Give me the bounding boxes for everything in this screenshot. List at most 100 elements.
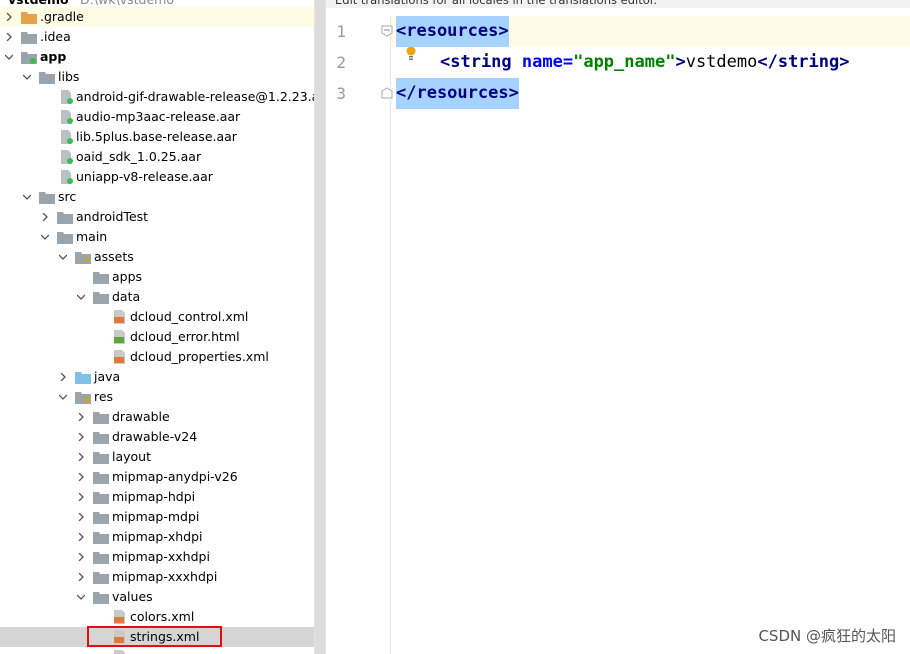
tree-item-main[interactable]: main [0, 227, 314, 247]
tree-item-androidtest[interactable]: androidTest [0, 207, 314, 227]
folder-icon [57, 232, 73, 244]
chevron-down-icon[interactable] [22, 67, 34, 87]
tree-item-src[interactable]: src [0, 187, 314, 207]
chevron-down-icon[interactable] [58, 247, 70, 267]
xml-file-icon [114, 350, 125, 364]
tree-item-file-partial[interactable] [0, 647, 314, 654]
fold-marker-icon[interactable] [381, 25, 393, 37]
chevron-right-icon[interactable] [76, 467, 88, 487]
tree-item-data[interactable]: data [0, 287, 314, 307]
chevron-right-icon[interactable] [76, 527, 88, 547]
folder-icon [93, 512, 109, 524]
tree-item-file[interactable]: dcloud_error.html [0, 327, 314, 347]
folder-icon [93, 272, 109, 284]
tree-item-drawable-v24[interactable]: drawable-v24 [0, 427, 314, 447]
tree-item-label: androidTest [76, 209, 149, 224]
tree-scrollbar-thumb[interactable] [315, 0, 325, 654]
code-line-2[interactable]: <string name="app_name">vstdemo</string> [440, 47, 849, 78]
chevron-down-icon[interactable] [22, 187, 34, 207]
tree-item-drawable[interactable]: drawable [0, 407, 314, 427]
folder-icon [93, 472, 109, 484]
xml-tag: <resources> [396, 21, 509, 41]
tree-item-label: app [40, 49, 67, 64]
tree-item-java[interactable]: java [0, 367, 314, 387]
module-folder-icon [21, 52, 37, 64]
chevron-down-icon[interactable] [58, 387, 70, 407]
chevron-down-icon[interactable] [4, 47, 16, 67]
code-line-3[interactable]: </resources> [396, 78, 519, 109]
folder-icon [93, 572, 109, 584]
lightbulb-icon[interactable] [405, 46, 417, 62]
folder-icon [93, 292, 109, 304]
folder-icon [93, 412, 109, 424]
chevron-down-icon[interactable] [40, 227, 52, 247]
tree-item-file[interactable]: colors.xml [0, 607, 314, 627]
tree-item-assets[interactable]: assets [0, 247, 314, 267]
tree-item-file[interactable]: oaid_sdk_1.0.25.aar [0, 147, 314, 167]
aar-file-icon [61, 170, 73, 184]
tree-item-label: oaid_sdk_1.0.25.aar [76, 149, 202, 164]
code-editor[interactable]: Edit translations for all locales in the… [326, 0, 910, 654]
chevron-right-icon[interactable] [40, 207, 52, 227]
resource-folder-icon [75, 392, 91, 404]
chevron-right-icon[interactable] [76, 487, 88, 507]
tree-item-label: drawable [112, 409, 170, 424]
tree-item-label: .idea [40, 29, 71, 44]
chevron-right-icon[interactable] [76, 547, 88, 567]
code-line-1[interactable]: <resources> [396, 16, 509, 47]
tree-item-label: main [76, 229, 108, 244]
tree-item-mipmap-hdpi[interactable]: mipmap-hdpi [0, 487, 314, 507]
xml-tag: </string> [757, 52, 850, 72]
tree-item-res[interactable]: res [0, 387, 314, 407]
tree-item-mipmap-xhdpi[interactable]: mipmap-xhdpi [0, 527, 314, 547]
folder-icon [39, 192, 55, 204]
tree-item-label: apps [112, 269, 143, 284]
tree-item-label: audio-mp3aac-release.aar [76, 109, 241, 124]
tree-item-label: src [58, 189, 77, 204]
chevron-right-icon[interactable] [4, 27, 16, 47]
tree-item-mipmap-anydpi-v26[interactable]: mipmap-anydpi-v26 [0, 467, 314, 487]
tree-item-file[interactable]: uniapp-v8-release.aar [0, 167, 314, 187]
tree-item-libs[interactable]: libs [0, 67, 314, 87]
tree-item-label: colors.xml [130, 609, 195, 624]
aar-file-icon [61, 150, 73, 164]
tree-item-file[interactable]: dcloud_control.xml [0, 307, 314, 327]
assets-folder-icon [75, 252, 91, 264]
tree-item-values[interactable]: values [0, 587, 314, 607]
chevron-right-icon[interactable] [76, 567, 88, 587]
tree-item-label: java [94, 369, 121, 384]
tree-item-label: .gradle [40, 9, 84, 24]
chevron-right-icon[interactable] [76, 507, 88, 527]
chevron-right-icon[interactable] [4, 7, 16, 27]
folder-icon [21, 32, 37, 44]
tree-item-label: mipmap-mdpi [112, 509, 200, 524]
tree-item-mipmap-xxhdpi[interactable]: mipmap-xxhdpi [0, 547, 314, 567]
tree-item-file[interactable]: dcloud_properties.xml [0, 347, 314, 367]
tree-item-mipmap-xxxhdpi[interactable]: mipmap-xxxhdpi [0, 567, 314, 587]
xml-tag: > [675, 52, 686, 72]
tree-item-file[interactable]: android-gif-drawable-release@1.2.23.aa [0, 87, 314, 107]
fold-marker-icon[interactable] [381, 87, 393, 99]
chevron-right-icon[interactable] [76, 407, 88, 427]
tree-item-file[interactable]: audio-mp3aac-release.aar [0, 107, 314, 127]
aar-file-icon [61, 110, 73, 124]
chevron-down-icon[interactable] [76, 587, 88, 607]
tree-item-apps[interactable]: apps [0, 267, 314, 287]
folder-icon [93, 552, 109, 564]
tree-item-label: data [112, 289, 141, 304]
tree-item-gradle[interactable]: .gradle [0, 7, 314, 27]
chevron-right-icon[interactable] [58, 367, 70, 387]
tree-item-file[interactable]: lib.5plus.base-release.aar [0, 127, 314, 147]
folder-icon [93, 432, 109, 444]
chevron-right-icon[interactable] [76, 427, 88, 447]
tree-item-layout[interactable]: layout [0, 447, 314, 467]
tree-item-label: drawable-v24 [112, 429, 198, 444]
chevron-down-icon[interactable] [76, 287, 88, 307]
chevron-right-icon[interactable] [76, 447, 88, 467]
xml-file-icon [114, 610, 125, 624]
folder-icon [93, 492, 109, 504]
tree-item-idea[interactable]: .idea [0, 27, 314, 47]
tree-item-mipmap-mdpi[interactable]: mipmap-mdpi [0, 507, 314, 527]
line-number: 2 [336, 53, 346, 72]
tree-item-app[interactable]: app [0, 47, 314, 67]
